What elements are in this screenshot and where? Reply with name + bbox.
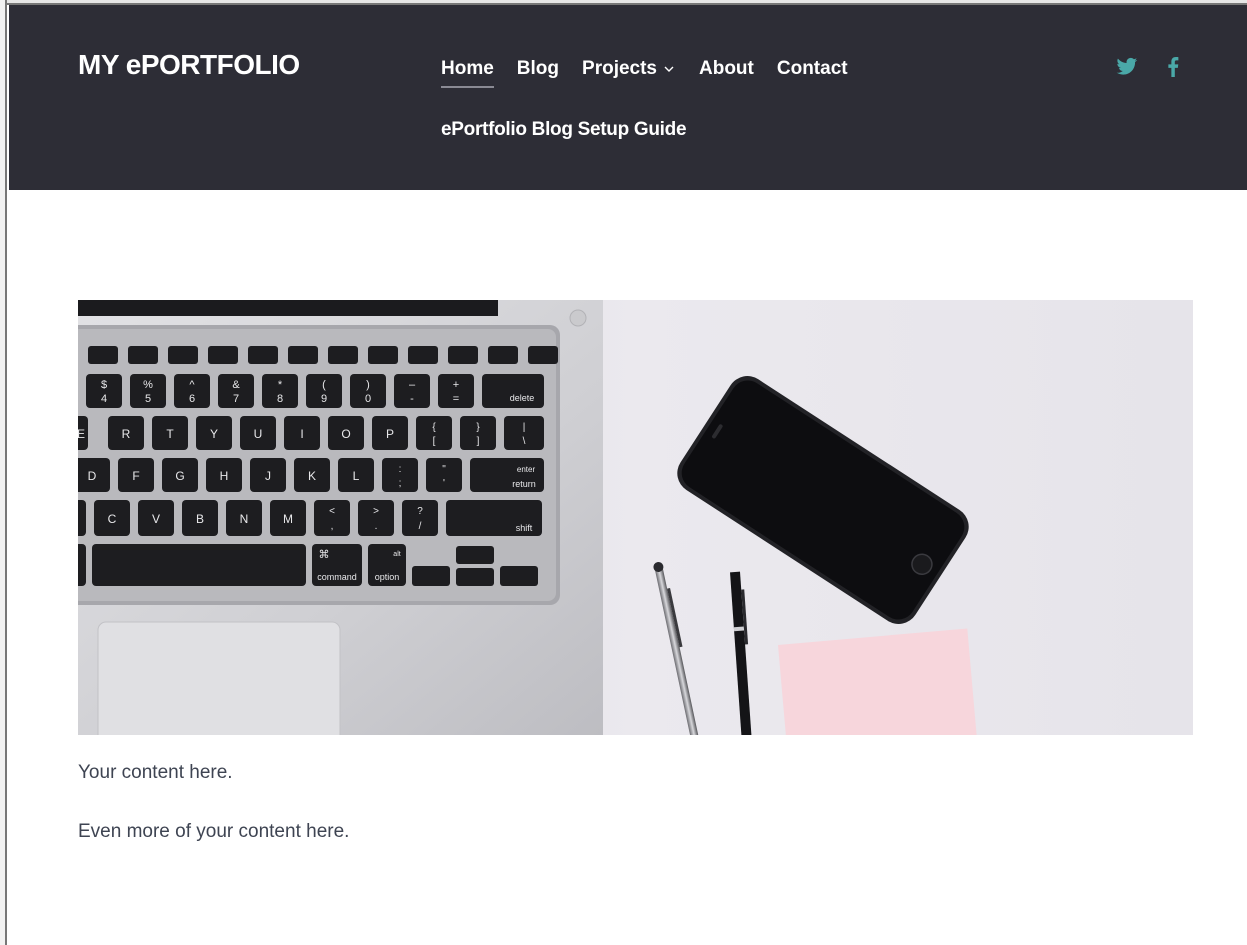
key-label: M — [283, 512, 293, 526]
nav-item-projects-label: Projects — [582, 58, 657, 79]
key-label: D — [88, 469, 97, 483]
main-nav: Home Blog Projects About Contact — [441, 58, 848, 88]
key-label: ^ — [189, 379, 195, 391]
key-label: B — [196, 512, 204, 526]
key-label: 4 — [101, 393, 107, 405]
key-label: P — [386, 427, 394, 441]
key-label: L — [353, 469, 360, 483]
key-label: - — [410, 393, 414, 405]
key-label: V — [152, 512, 160, 526]
key-label: E — [78, 427, 85, 441]
key-label: alt — [393, 551, 400, 558]
key-label: / — [419, 521, 422, 532]
key-label: R — [122, 427, 131, 441]
key-label: 9 — [321, 393, 327, 405]
key-label: [ — [433, 436, 436, 447]
content-paragraph: Even more of your content here. — [78, 821, 350, 842]
key-label: 7 — [233, 393, 239, 405]
key-label: * — [278, 379, 283, 391]
key-label: | — [523, 422, 526, 433]
key-label: $ — [101, 379, 107, 391]
chevron-down-icon — [664, 66, 674, 72]
key-label: – — [409, 379, 416, 391]
key-label: command — [317, 572, 357, 582]
key-label: " — [442, 464, 446, 475]
key-label: < — [329, 506, 335, 517]
key-label: N — [240, 512, 249, 526]
key-label: ) — [366, 379, 370, 391]
key-label: U — [254, 427, 263, 441]
nav-item-contact[interactable]: Contact — [777, 58, 848, 80]
nav-item-blog[interactable]: Blog — [517, 58, 559, 80]
key-label: ( — [322, 379, 326, 391]
key-label: F — [132, 469, 139, 483]
facebook-link[interactable] — [1167, 57, 1179, 82]
key-label: return — [512, 479, 536, 489]
key-label: H — [220, 469, 229, 483]
nav-item-home[interactable]: Home — [441, 58, 494, 88]
key-label: J — [265, 469, 271, 483]
key-label: . — [375, 521, 378, 532]
facebook-icon — [1168, 57, 1179, 77]
key-label: G — [175, 469, 184, 483]
window-frame-left — [0, 0, 7, 945]
key-label: shift — [516, 523, 533, 533]
nav-item-blog-setup-guide[interactable]: ePortfolio Blog Setup Guide — [441, 119, 687, 141]
key-label: T — [166, 427, 174, 441]
key-label: ; — [399, 478, 402, 489]
key-label: \ — [523, 436, 526, 447]
key-label: O — [341, 427, 350, 441]
site-logo[interactable]: MY ePORTFOLIO — [78, 49, 300, 81]
key-label: K — [308, 469, 316, 483]
content-paragraph: Your content here. — [78, 762, 233, 783]
key-label: I — [300, 427, 303, 441]
twitter-icon — [1116, 57, 1138, 75]
key-label: = — [453, 393, 459, 405]
site-header: MY ePORTFOLIO Home Blog Projects About C… — [9, 5, 1247, 190]
key-label: Y — [210, 427, 218, 441]
nav-item-about[interactable]: About — [699, 58, 754, 80]
nav-item-projects[interactable]: Projects — [582, 58, 676, 80]
key-label: 5 — [145, 393, 151, 405]
twitter-link[interactable] — [1116, 57, 1138, 82]
key-label: : — [399, 464, 402, 475]
key-label: 0 — [365, 393, 371, 405]
key-label: ' — [443, 478, 445, 489]
key-label: & — [232, 379, 240, 391]
key-label: , — [331, 521, 334, 532]
key-label: % — [143, 379, 153, 391]
key-label: ⌘ — [319, 549, 330, 561]
key-label: delete — [510, 393, 535, 403]
key-label: > — [373, 506, 379, 517]
desk-photo: $ 4 % 5 ^ 6 & 7 * 8 ( 9 ) 0 – - + = dele… — [78, 300, 1193, 735]
key-label: 6 — [189, 393, 195, 405]
key-label: enter — [517, 465, 536, 474]
key-label: + — [453, 379, 459, 391]
hero-image: $ 4 % 5 ^ 6 & 7 * 8 ( 9 ) 0 – - + = dele… — [78, 300, 1193, 735]
key-label: C — [108, 512, 117, 526]
key-label: ? — [417, 506, 423, 517]
key-label: 8 — [277, 393, 283, 405]
key-label: ] — [477, 436, 480, 447]
key-label: option — [375, 572, 400, 582]
